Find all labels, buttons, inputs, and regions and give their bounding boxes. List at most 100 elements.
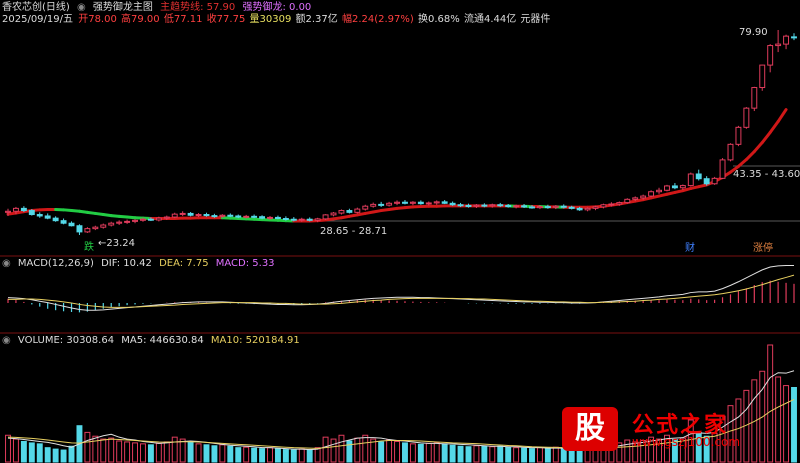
range-mid-annotation: 28.65 - 28.71 — [320, 226, 388, 237]
candle-body — [600, 204, 607, 208]
candle-body — [656, 189, 662, 193]
candle-body — [648, 191, 655, 197]
candle-body — [290, 218, 297, 221]
kline-chart[interactable] — [0, 0, 800, 463]
marker-die[interactable]: 跌 — [84, 242, 94, 254]
date-label: 2025/09/19/五 — [2, 14, 74, 25]
volume-bar — [227, 445, 234, 463]
volume-bar — [362, 434, 369, 463]
candle-body — [664, 185, 670, 191]
candle-body — [425, 202, 432, 205]
volume-bar — [433, 442, 440, 463]
macd-title[interactable]: MACD(12,26,9) — [18, 258, 94, 269]
candle-body — [767, 45, 774, 66]
candle-body — [28, 210, 35, 216]
high-price-annotation: 79.90 — [739, 27, 768, 38]
candle-body — [44, 215, 51, 219]
candle-body — [322, 214, 329, 220]
change-label: 幅2.24(2.97%) — [341, 14, 414, 25]
candle-body — [449, 202, 456, 206]
dif-label: DIF: 10.42 — [101, 258, 152, 269]
candle-body — [441, 201, 448, 204]
candle-body — [274, 216, 281, 220]
candle-body — [235, 215, 242, 218]
dea-label: DEA: 7.75 — [159, 258, 209, 269]
candle-body — [671, 185, 678, 189]
stock-name[interactable]: 香农芯创(日线) — [2, 2, 70, 13]
volume-bar — [394, 440, 400, 463]
low-price-annotation: ←23.24 — [98, 238, 136, 249]
candle-body — [354, 208, 361, 213]
candle-body — [187, 212, 194, 216]
candle-body — [52, 217, 59, 222]
marker-cai[interactable]: 财 — [685, 243, 695, 255]
volume-bar — [100, 438, 107, 463]
candle-body — [362, 205, 369, 210]
marker-tiao[interactable]: 涨停 — [753, 243, 773, 255]
volume-bar — [171, 436, 178, 463]
candle-body — [552, 205, 559, 208]
candle-body — [417, 201, 424, 205]
volume-bar — [259, 448, 266, 463]
ma10-label: MA10: 520184.91 — [210, 335, 300, 346]
candle-body — [20, 207, 27, 212]
circle-icon: ◉ — [77, 2, 86, 13]
volume-bar — [322, 436, 329, 463]
trend-line-segment — [736, 158, 748, 168]
trend-line-segment — [744, 150, 756, 162]
ma5-label: MA5: 446630.84 — [121, 335, 204, 346]
indicator-name[interactable]: 强势御龙主图 — [93, 2, 153, 13]
volume-bar — [783, 385, 790, 463]
candle-body — [624, 198, 631, 204]
volume-bar — [298, 448, 305, 463]
volume-bar — [155, 442, 162, 463]
candle-body — [219, 214, 226, 217]
macd-label: MACD: 5.33 — [215, 258, 275, 269]
trend-line-segment — [760, 130, 772, 145]
volume-bar — [354, 437, 361, 463]
volume-bar — [12, 438, 19, 463]
candle-body — [521, 205, 528, 208]
candle-body — [100, 224, 107, 228]
candle-body — [370, 203, 377, 207]
candle-body — [576, 207, 583, 211]
volume-bar — [489, 446, 496, 463]
volume-bar — [521, 447, 528, 463]
volume-bar — [267, 447, 273, 463]
volume-bar — [441, 443, 448, 463]
float-label: 流通4.44亿 — [463, 14, 517, 25]
candle-body — [12, 207, 19, 212]
candle-body — [568, 206, 575, 209]
candle-body — [386, 202, 393, 206]
candle-body — [306, 218, 313, 221]
candle-body — [608, 203, 615, 206]
volume-title[interactable]: VOLUME: 30308.64 — [18, 335, 114, 346]
candle-body — [536, 206, 543, 209]
candle-body — [687, 173, 694, 187]
volume-bar — [140, 443, 146, 463]
candle-body — [179, 212, 186, 215]
strong-dragon-label: 强势御龙: 0.00 — [242, 2, 312, 13]
candle-body — [163, 216, 170, 219]
candle-body — [92, 226, 99, 230]
candle-body — [497, 204, 504, 207]
quote-row: 2025/09/19/五 开78.00 高79.00 低77.11 收77.75… — [2, 14, 554, 26]
volume-bar — [108, 437, 115, 463]
candle-body — [147, 218, 154, 221]
candle-body — [132, 219, 138, 222]
volume-bar — [306, 449, 313, 463]
volume-bar — [235, 447, 242, 463]
volume-bar — [282, 449, 289, 463]
volume-bar — [481, 445, 488, 463]
volume-bar — [116, 440, 123, 463]
candle-body — [759, 64, 766, 89]
circle-icon: ◉ — [2, 258, 11, 269]
candle-body — [465, 204, 472, 207]
candle-body — [727, 143, 734, 161]
candle-body — [489, 204, 496, 207]
candle-body — [124, 220, 131, 223]
volume-bar — [449, 444, 456, 463]
volume-bar — [791, 387, 797, 463]
candle-body — [140, 218, 146, 221]
candle-body — [544, 206, 551, 209]
